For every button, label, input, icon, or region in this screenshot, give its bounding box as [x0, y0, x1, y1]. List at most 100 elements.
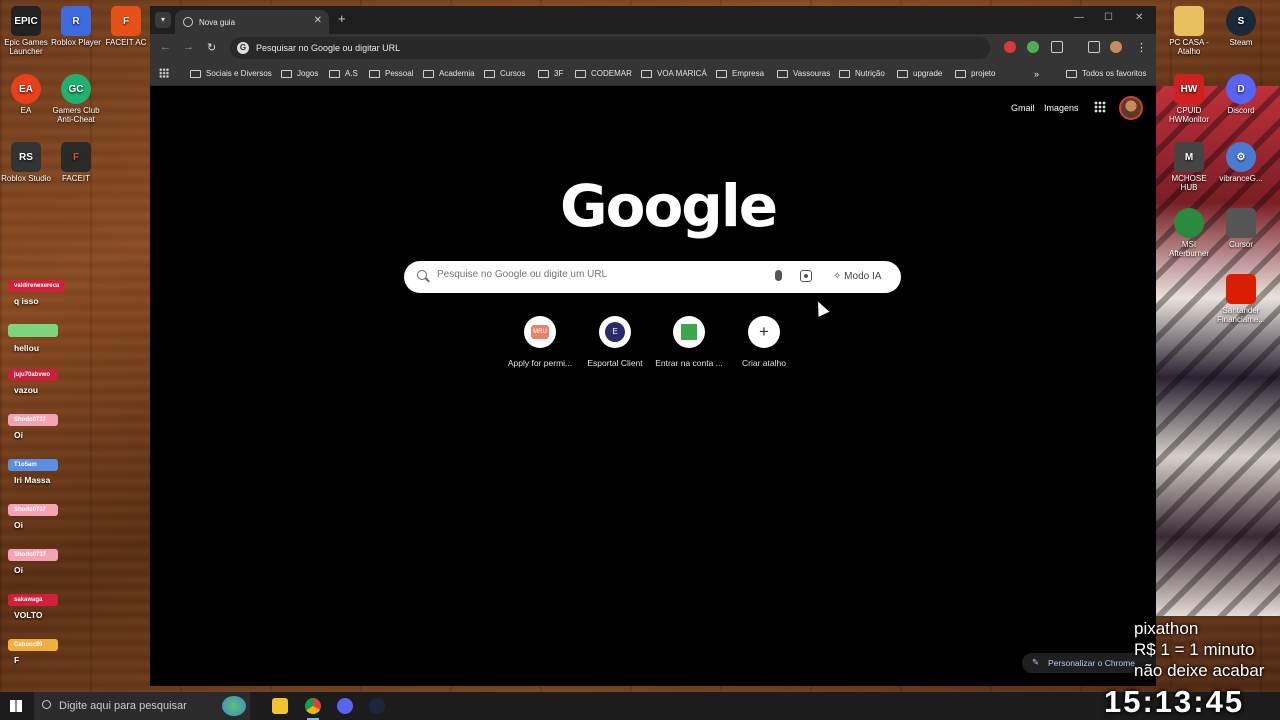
desktop-icon-label: Roblox Studio — [1, 174, 51, 183]
account-avatar[interactable] — [1119, 96, 1143, 120]
tab-strip: ▾ Nova guia ✕ + — ☐ ✕ — [150, 6, 1156, 34]
minecraft-creeper-icon — [681, 324, 697, 340]
profile-avatar[interactable] — [1110, 41, 1122, 53]
reload-button[interactable]: ↻ — [207, 41, 216, 54]
shortcut-label: Esportal Client — [587, 358, 643, 368]
desktop-icon-msi-afterburner[interactable]: MSI Afterburner — [1163, 208, 1215, 258]
desktop-icon-santander[interactable]: Santander Financiame... — [1215, 274, 1267, 324]
bookmark-label: Academia — [439, 69, 475, 78]
bookmark-folder[interactable]: Cursos — [484, 69, 525, 78]
search-input[interactable] — [437, 269, 757, 280]
folder-icon — [955, 69, 966, 78]
desktop-icon-faceit[interactable]: F FACEIT — [50, 142, 102, 183]
desktop-icon-discord[interactable]: D Discord — [1215, 74, 1267, 115]
extension-icon[interactable] — [1027, 41, 1039, 53]
extensions-puzzle-icon[interactable] — [1051, 41, 1063, 53]
windows-start-icon[interactable] — [10, 700, 22, 712]
chat-username: Shodo0737 — [8, 414, 58, 426]
back-button[interactable]: ← — [160, 41, 171, 53]
chat-username — [8, 324, 58, 337]
tab-new-tab[interactable]: Nova guia ✕ — [175, 10, 329, 34]
desktop-icon-faceit-ac[interactable]: F FACEIT AC — [100, 6, 152, 47]
shortcut-label: Entrar na conta ... — [655, 358, 723, 368]
bookmark-label: Todos os favoritos — [1082, 69, 1147, 78]
hwmonitor-icon: HW — [1174, 74, 1204, 104]
bookmark-folder[interactable]: Empresa — [716, 69, 764, 78]
ai-mode-button[interactable]: ✧ Modo IA — [833, 271, 881, 282]
all-bookmarks-folder[interactable]: Todos os favoritos — [1066, 69, 1146, 78]
bookmark-folder[interactable]: Nutrição — [839, 69, 885, 78]
steam-taskbar-icon[interactable] — [369, 698, 385, 714]
extension-icon[interactable] — [1004, 41, 1016, 53]
gamers-club-icon: GC — [61, 74, 91, 104]
esportal-icon: E — [605, 322, 625, 342]
desktop-icon-cursor[interactable]: Cursor — [1215, 208, 1267, 249]
search-box[interactable]: ✧ Modo IA — [404, 261, 901, 293]
bookmark-folder[interactable]: Jogos — [281, 69, 318, 78]
taskbar-search[interactable]: Digite aqui para pesquisar — [34, 692, 250, 720]
minimize-button[interactable]: — — [1074, 12, 1084, 23]
close-tab-icon[interactable]: ✕ — [314, 15, 322, 26]
chat-username: juju70abvwo — [8, 369, 58, 381]
bookmark-folder[interactable]: Pessoal — [369, 69, 413, 78]
google-logo: Google — [560, 172, 778, 240]
shortcut-tile[interactable]: MRU Apply for permi... — [503, 316, 577, 368]
desktop-icon-pc-casa[interactable]: PC CASA - Atalho — [1163, 6, 1215, 56]
desktop-icon-mchose-hub[interactable]: M MCHOSE HUB — [1163, 142, 1215, 192]
new-tab-button[interactable]: + — [338, 11, 346, 26]
media-icon[interactable] — [1088, 41, 1100, 53]
bookmark-folder[interactable]: upgrade — [897, 69, 942, 78]
chrome-taskbar-icon[interactable] — [305, 698, 321, 720]
shortcut-tile[interactable]: E Esportal Client — [578, 316, 652, 368]
chat-message: Shodo0737 Oi — [8, 549, 58, 575]
bookmark-folder[interactable]: Sociais e Diversos — [190, 69, 272, 78]
folder-icon — [897, 69, 908, 78]
gmail-link[interactable]: Gmail — [1011, 103, 1035, 113]
desktop-icon-roblox-player[interactable]: R Roblox Player — [50, 6, 102, 47]
desktop-icon-gamers-club[interactable]: GC Gamers Club Anti-Cheat — [50, 74, 102, 124]
chrome-window: ▾ Nova guia ✕ + — ☐ ✕ ← → ↻ G Pesquisar … — [150, 6, 1156, 686]
bookmark-folder[interactable]: A.S — [329, 69, 358, 78]
tab-search-button[interactable]: ▾ — [155, 12, 171, 28]
folder-icon — [423, 69, 434, 78]
desktop-icon-hwmonitor[interactable]: HW CPUID HWMonitor — [1163, 74, 1215, 124]
bookmark-folder[interactable]: projeto — [955, 69, 995, 78]
apps-grid-icon[interactable] — [159, 68, 169, 78]
close-window-button[interactable]: ✕ — [1135, 12, 1143, 23]
images-link[interactable]: Imagens — [1044, 103, 1079, 113]
chat-text: Oi — [14, 565, 23, 575]
desktop-icon-steam[interactable]: S Steam — [1215, 6, 1267, 47]
folder-icon — [716, 69, 727, 78]
google-lens-icon[interactable] — [800, 270, 812, 282]
desktop-icon-epic-games[interactable]: EPIC Epic Games Launcher — [0, 6, 52, 56]
weather-icon[interactable] — [222, 696, 246, 716]
address-bar-text: Pesquisar no Google ou digitar URL — [256, 43, 401, 53]
file-explorer-icon[interactable] — [272, 698, 288, 714]
discord-taskbar-icon[interactable] — [337, 698, 353, 714]
chat-message: sakawaga VOLTO — [8, 594, 58, 620]
desktop-icon-ea[interactable]: EA EA — [0, 74, 52, 115]
bookmarks-overflow-chevron-icon[interactable]: » — [1034, 69, 1039, 79]
maximize-button[interactable]: ☐ — [1104, 12, 1113, 23]
epic-games-icon: EPIC — [11, 6, 41, 36]
shortcut-tile[interactable]: Entrar na conta ... — [652, 316, 726, 368]
bookmark-label: VOA MARICÁ — [657, 69, 707, 78]
bookmark-folder[interactable]: Vassouras — [777, 69, 830, 78]
donation-line: pixathon — [1134, 619, 1199, 638]
chat-message: juju70abvwo vazou — [8, 369, 58, 395]
bookmark-folder[interactable]: Academia — [423, 69, 475, 78]
desktop-icon-roblox-studio[interactable]: RS Roblox Studio — [0, 142, 52, 183]
add-shortcut-tile[interactable]: + Criar atalho — [727, 316, 801, 368]
chat-text: q isso — [14, 296, 39, 306]
bookmark-folder[interactable]: VOA MARICÁ — [641, 69, 707, 78]
address-bar[interactable]: G Pesquisar no Google ou digitar URL — [230, 37, 990, 59]
menu-kebab-icon[interactable]: ⋮ — [1136, 41, 1147, 54]
shortcut-icon — [673, 316, 705, 348]
forward-button[interactable]: → — [183, 41, 194, 53]
microphone-icon[interactable] — [775, 270, 782, 281]
desktop-icon-vibrance[interactable]: ⚙ vibranceG... — [1215, 142, 1267, 183]
google-apps-icon[interactable] — [1094, 101, 1106, 113]
desktop-icon-label: Roblox Player — [51, 38, 101, 47]
bookmark-folder[interactable]: CODEMAR — [575, 69, 632, 78]
bookmark-folder[interactable]: 3F — [538, 69, 563, 78]
